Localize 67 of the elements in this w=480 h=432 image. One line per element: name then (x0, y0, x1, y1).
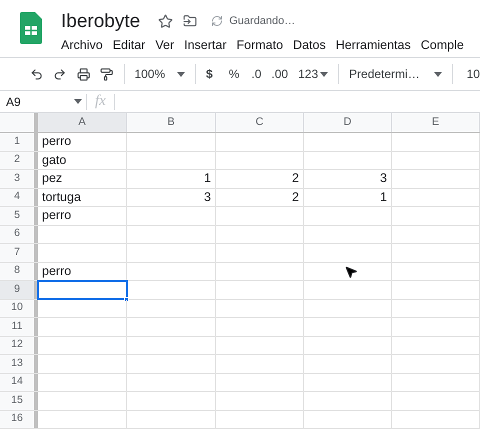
table-cell[interactable]: perro (38, 262, 127, 280)
sync-icon (211, 15, 224, 27)
folder-icon[interactable] (183, 14, 198, 28)
name-box[interactable]: A9 (0, 92, 86, 110)
function-icon: fx (87, 90, 114, 113)
row-header[interactable]: 1 (0, 133, 38, 150)
menu-item[interactable]: Insertar (184, 36, 226, 55)
column-header[interactable]: E (392, 113, 480, 132)
row-header[interactable]: 6 (0, 226, 38, 243)
font-size-field[interactable]: 10 (466, 65, 480, 83)
row-header[interactable]: 8 (0, 262, 38, 280)
column-header[interactable]: A (38, 113, 127, 132)
menu-item[interactable]: Editar (112, 36, 146, 55)
row-header[interactable]: 4 (0, 188, 38, 206)
print-icon[interactable] (76, 66, 90, 82)
undo-icon[interactable] (30, 66, 44, 82)
fill-handle[interactable] (124, 296, 129, 302)
redo-icon[interactable] (53, 66, 67, 82)
menu-item[interactable]: Comple (420, 36, 464, 55)
table-cell[interactable]: 1 (304, 188, 392, 206)
table-cell[interactable]: perro (38, 207, 127, 224)
caret-icon (74, 99, 82, 104)
row-header[interactable]: 2 (0, 152, 38, 169)
row-header[interactable]: 12 (0, 336, 38, 354)
percent-button[interactable]: % (228, 65, 240, 83)
menu-item[interactable]: Ver (155, 36, 174, 55)
row-header[interactable]: 7 (0, 244, 38, 262)
save-status: Guardando… (229, 14, 296, 29)
column-header[interactable]: D (304, 113, 392, 132)
decrease-decimals-button[interactable]: .0 (251, 65, 262, 83)
table-cell[interactable]: 3 (304, 170, 392, 188)
column-header[interactable]: C (216, 113, 304, 132)
zoom-dropdown[interactable]: 100% (134, 65, 186, 83)
row-header[interactable]: 9 (0, 281, 38, 298)
row-header[interactable]: 10 (0, 300, 38, 317)
row-header[interactable]: 14 (0, 374, 38, 391)
table-cell[interactable]: gato (38, 152, 127, 169)
caret-icon (177, 72, 186, 76)
row-header[interactable]: 13 (0, 355, 38, 372)
table-cell[interactable]: 2 (216, 170, 304, 188)
row-header[interactable]: 15 (0, 392, 38, 410)
table-cell[interactable]: 3 (127, 188, 216, 206)
row-header[interactable]: 11 (0, 318, 38, 336)
row-header[interactable]: 16 (0, 410, 38, 428)
number-format-dropdown[interactable]: 123 (298, 65, 328, 83)
table-cell[interactable]: 2 (216, 188, 304, 206)
column-header[interactable]: B (127, 113, 216, 132)
document-title[interactable]: Iberobyte (61, 12, 140, 30)
paint-format-icon[interactable] (100, 66, 114, 82)
row-header[interactable]: 3 (0, 170, 38, 188)
menu-item[interactable]: Archivo (61, 36, 103, 55)
menu-item[interactable]: Herramientas (336, 36, 411, 55)
currency-button[interactable]: $ (206, 65, 213, 83)
sheets-logo-icon[interactable] (20, 12, 42, 44)
font-dropdown[interactable]: Predetermi… (349, 65, 442, 83)
mouse-cursor-icon (344, 265, 358, 279)
caret-icon (434, 72, 442, 76)
table-cell[interactable]: 1 (127, 170, 216, 188)
menu-item[interactable]: Datos (293, 36, 326, 55)
caret-icon (320, 72, 328, 76)
table-cell[interactable]: tortuga (38, 188, 127, 206)
table-cell[interactable]: perro (38, 133, 127, 150)
star-icon[interactable] (158, 14, 174, 28)
row-header[interactable]: 5 (0, 207, 38, 224)
menu-item[interactable]: Formato (236, 36, 284, 55)
table-cell[interactable]: pez (38, 170, 127, 188)
increase-decimals-button[interactable]: .00 (271, 65, 288, 83)
